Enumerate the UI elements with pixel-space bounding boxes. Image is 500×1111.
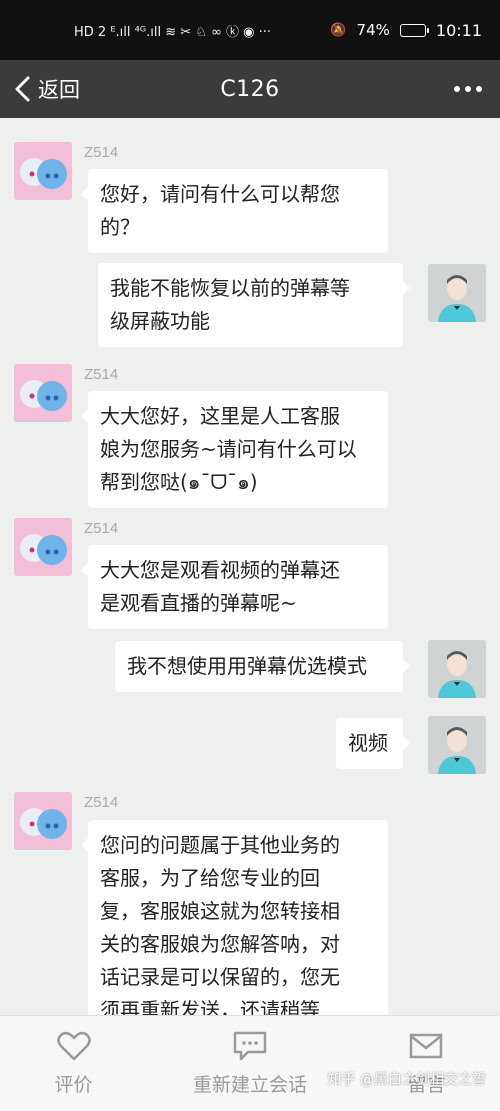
message-line: 娘为您服务~请问有什么可以 — [100, 437, 357, 461]
message-bubble[interactable]: 视频 — [336, 718, 410, 769]
user-avatar-icon — [428, 716, 486, 774]
anime-avatar-icon — [14, 364, 72, 422]
sender-name: Z514 — [84, 366, 119, 383]
leave-message-button[interactable]: 留言 — [353, 1016, 500, 1111]
message-line: 复，客服娘这就为您转接相 — [100, 899, 340, 923]
status-icons-text: HD 2 ᴱ.ıll ⁴ᴳ.ıll ≋ ✂ ♘ ∞ ⓚ ◉ ··· — [74, 24, 272, 40]
more-options-button[interactable] — [450, 60, 486, 118]
message-line: 视频 — [348, 731, 388, 755]
message-line: 客服，为了给您专业的回 — [100, 866, 320, 890]
message-bubble[interactable]: 我能不能恢复以前的弹幕等 级屏蔽功能 — [98, 263, 410, 347]
sender-name: Z514 — [84, 794, 119, 811]
message-bubble[interactable]: 您问的问题属于其他业务的 客服，为了给您专业的回 复，客服娘这就为您转接相 关的… — [81, 820, 388, 1015]
back-button[interactable]: 返回 — [12, 60, 80, 118]
message-line: 大大您好，这里是人工客服 — [100, 404, 340, 428]
heart-icon — [56, 1031, 91, 1061]
message-line: 话记录是可以保留的，您无 — [100, 965, 340, 989]
chevron-left-icon — [15, 76, 30, 102]
mute-icon: 🔕 — [330, 22, 347, 38]
agent-avatar[interactable] — [14, 142, 72, 200]
more-dot-icon — [454, 86, 460, 92]
message-line: 您好，请问有什么可以帮您 — [100, 182, 340, 206]
sender-name: Z514 — [84, 144, 119, 161]
clock: 10:11 — [435, 20, 482, 40]
user-avatar[interactable] — [428, 716, 486, 774]
restart-label: 重新建立会话 — [192, 1074, 307, 1096]
user-avatar[interactable] — [428, 640, 486, 698]
message-bubble[interactable]: 我不想使用用弹幕优选模式 — [115, 641, 410, 692]
message-line: 大大您是观看视频的弹幕还 — [100, 558, 340, 582]
status-icons: HD 2 ᴱ.ıll ⁴ᴳ.ıll ≋ ✂ ♘ ∞ ⓚ ◉ ··· — [74, 21, 271, 40]
envelope-icon — [410, 1033, 443, 1059]
sender-name: Z514 — [84, 520, 119, 537]
message-line: 我能不能恢复以前的弹幕等 — [110, 276, 350, 300]
message-line: 须再重新发送，还请稍等 — [100, 998, 320, 1015]
message-line: 您问的问题属于其他业务的 — [100, 833, 340, 857]
status-bar: HD 2 ᴱ.ıll ⁴ᴳ.ıll ≋ ✂ ♘ ∞ ⓚ ◉ ··· 🔕 74% … — [0, 0, 500, 60]
rate-button[interactable]: 评价 — [0, 1016, 147, 1111]
battery-percent: 74% — [356, 21, 390, 39]
message-line: 的？ — [100, 215, 140, 239]
rate-label: 评价 — [54, 1074, 93, 1096]
user-avatar[interactable] — [428, 264, 486, 322]
bottom-bar: 评价 重新建立会话 留言 知乎 @黑白之剑相交之誓 — [0, 1015, 500, 1111]
agent-avatar[interactable] — [14, 518, 72, 576]
message-line: 我不想使用用弹幕优选模式 — [127, 654, 367, 678]
agent-avatar[interactable] — [14, 792, 72, 850]
anime-avatar-icon — [14, 142, 72, 200]
status-right: 🔕 74% 10:11 — [330, 21, 482, 40]
message-line: 级屏蔽功能 — [110, 309, 210, 333]
watermark: 知乎 @黑白之剑相交之誓 — [327, 1072, 486, 1088]
more-dot-icon — [476, 86, 482, 92]
agent-avatar[interactable] — [14, 364, 72, 422]
battery-icon — [399, 23, 429, 37]
message-bubble[interactable]: 大大您好，这里是人工客服 娘为您服务~请问有什么可以 帮到您哒(๑¯ᗜ¯๑) — [81, 391, 388, 508]
anime-avatar-icon — [14, 792, 72, 850]
restart-session-button[interactable]: 重新建立会话 — [147, 1016, 353, 1111]
message-line: 是观看直播的弹幕呢~ — [100, 591, 297, 615]
chat-area[interactable]: Z514 您好，请问有什么可以帮您 的？ 我能不能恢复以前的弹幕等 级屏蔽功能 … — [0, 118, 500, 1015]
message-line: 关的客服娘为您解答呐，对 — [100, 932, 340, 956]
user-avatar-icon — [428, 264, 486, 322]
anime-avatar-icon — [14, 518, 72, 576]
message-bubble[interactable]: 您好，请问有什么可以帮您 的？ — [81, 169, 388, 253]
title-bar: 返回 C126 — [0, 60, 500, 118]
more-dot-icon — [465, 86, 471, 92]
back-label: 返回 — [38, 78, 80, 102]
message-bubble[interactable]: 大大您是观看视频的弹幕还 是观看直播的弹幕呢~ — [81, 545, 388, 629]
message-line: 帮到您哒(๑¯ᗜ¯๑) — [100, 470, 258, 494]
chat-bubble-icon — [233, 1031, 267, 1061]
user-avatar-icon — [428, 640, 486, 698]
